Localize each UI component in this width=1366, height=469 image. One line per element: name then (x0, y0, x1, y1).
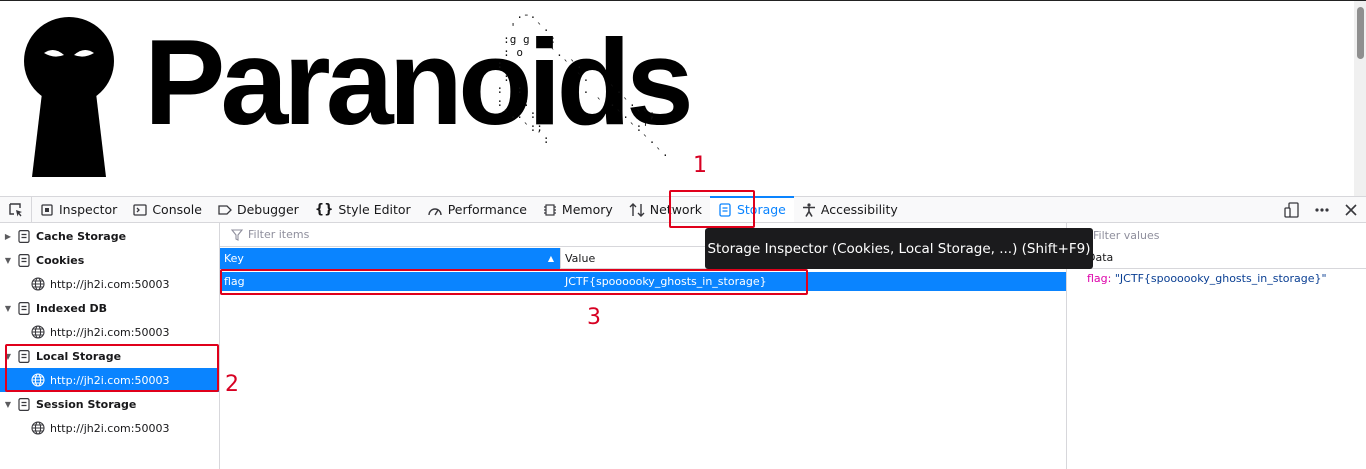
tab-performance[interactable]: Performance (419, 197, 535, 222)
collapse-arrow-icon[interactable]: ▼ (3, 400, 13, 409)
inspector-icon (41, 203, 53, 216)
sidebar-header: Data (1067, 247, 1366, 269)
storage-icon (719, 202, 731, 217)
tree-item-local-storage-host[interactable]: http://jh2i.com:50003 (0, 368, 219, 392)
responsive-design-mode-icon[interactable] (1284, 201, 1300, 218)
ascii-art-ghost: .-. ' `. :g g : : o `. : ``. : `. : : . … (496, 8, 669, 159)
collapse-arrow-icon[interactable]: ▼ (3, 352, 13, 361)
paranoids-logo-figure (24, 17, 114, 177)
database-icon (17, 349, 31, 363)
globe-icon (31, 277, 45, 291)
tab-debugger-label: Debugger (236, 202, 299, 217)
tab-storage-label: Storage (736, 202, 786, 217)
tree-item-label: Indexed DB (36, 301, 108, 315)
sidebar-property[interactable]: flag: "JCTF{spoooooky_ghosts_in_storage}… (1067, 269, 1366, 285)
console-icon (133, 203, 147, 216)
debugger-icon (218, 204, 232, 215)
globe-icon (31, 373, 45, 387)
sort-ascending-icon: ▲ (547, 254, 554, 263)
tab-memory-label: Memory (561, 202, 613, 217)
web-page-content: Paranoids .-. ' `. :g g : : o `. : ``. :… (0, 0, 1366, 196)
column-header-label: Key (224, 252, 244, 265)
expand-arrow-icon[interactable]: ▶ (3, 232, 13, 241)
page-scrollbar[interactable] (1354, 1, 1366, 196)
devtools-toolbar: Inspector Console Debugger {} Style Edit… (0, 196, 1366, 223)
cell-value: JCTF{spoooooky_ghosts_in_storage} (565, 275, 767, 288)
tab-inspector[interactable]: Inspector (32, 197, 125, 222)
network-icon (629, 202, 645, 217)
memory-icon (543, 203, 556, 216)
accessibility-icon (802, 202, 815, 217)
database-icon (17, 253, 31, 267)
tree-item-indexed-db[interactable]: ▼ Indexed DB (0, 296, 219, 320)
tab-style-editor-label: Style Editor (338, 202, 411, 217)
tree-item-label: Cookies (36, 253, 85, 267)
table-row[interactable]: flag JCTF{spoooooky_ghosts_in_storage} (220, 272, 1066, 291)
annotation-number-1: 1 (693, 153, 707, 178)
globe-icon (31, 421, 45, 435)
database-icon (17, 301, 31, 315)
tab-console-label: Console (152, 202, 202, 217)
element-picker-button[interactable] (0, 197, 32, 222)
tree-item-label: Session Storage (36, 397, 137, 411)
tab-performance-label: Performance (447, 202, 527, 217)
tree-item-session-storage-host[interactable]: http://jh2i.com:50003 (0, 416, 219, 440)
tree-item-label: http://jh2i.com:50003 (50, 373, 170, 387)
performance-icon (428, 207, 442, 215)
tree-item-local-storage[interactable]: ▼ Local Storage (0, 344, 219, 368)
data-sidebar: Filter values Data flag: "JCTF{spoooooky… (1066, 223, 1366, 469)
tree-item-cache-storage[interactable]: ▶ Cache Storage (0, 224, 219, 248)
collapse-arrow-icon[interactable]: ▼ (3, 256, 13, 265)
tree-item-label: http://jh2i.com:50003 (50, 325, 170, 339)
tree-item-indexed-db-host[interactable]: http://jh2i.com:50003 (0, 320, 219, 344)
storage-panel: ▶ Cache Storage ▼ Cookies http://jh2i.co… (0, 223, 1366, 469)
tree-item-cookies[interactable]: ▼ Cookies (0, 248, 219, 272)
toolbar-right-controls (1284, 197, 1366, 222)
sidebar-filter[interactable]: Filter values (1067, 223, 1366, 247)
tab-network-label: Network (649, 202, 702, 217)
column-header-label: Value (565, 252, 596, 265)
tree-item-cookies-host[interactable]: http://jh2i.com:50003 (0, 272, 219, 296)
more-options-icon[interactable] (1314, 202, 1330, 218)
property-value: "JCTF{spoooooky_ghosts_in_storage}" (1114, 272, 1327, 285)
tab-accessibility[interactable]: Accessibility (794, 197, 906, 222)
sidebar-filter-placeholder: Filter values (1093, 228, 1160, 242)
tab-debugger[interactable]: Debugger (210, 197, 307, 222)
database-icon (17, 397, 31, 411)
close-icon[interactable] (1344, 203, 1358, 217)
filter-icon (230, 228, 244, 241)
collapse-arrow-icon[interactable]: ▼ (3, 304, 13, 313)
tab-network[interactable]: Network (621, 197, 710, 222)
tab-inspector-label: Inspector (59, 202, 118, 217)
tab-console[interactable]: Console (125, 197, 210, 222)
cell-key: flag (224, 275, 245, 288)
database-icon (17, 229, 31, 243)
page-scrollbar-thumb[interactable] (1357, 7, 1364, 59)
tree-item-label: http://jh2i.com:50003 (50, 277, 170, 291)
tab-accessibility-label: Accessibility (820, 202, 898, 217)
annotation-number-2: 2 (225, 372, 239, 397)
tree-item-session-storage[interactable]: ▼ Session Storage (0, 392, 219, 416)
tree-item-label: Local Storage (36, 349, 122, 363)
tab-style-editor[interactable]: {} Style Editor (307, 197, 419, 222)
element-picker-icon (8, 202, 22, 216)
tree-item-label: Cache Storage (36, 229, 127, 243)
style-editor-icon: {} (314, 202, 334, 217)
column-header-key[interactable]: Key ▲ (220, 248, 561, 269)
storage-tree: ▶ Cache Storage ▼ Cookies http://jh2i.co… (0, 223, 220, 469)
tree-item-label: http://jh2i.com:50003 (50, 421, 170, 435)
tab-storage[interactable]: Storage (709, 196, 794, 222)
storage-tab-tooltip: Storage Inspector (Cookies, Local Storag… (705, 228, 1093, 269)
tab-memory[interactable]: Memory (535, 197, 621, 222)
annotation-number-3: 3 (587, 305, 601, 330)
property-key: flag: (1087, 272, 1112, 285)
globe-icon (31, 325, 45, 339)
